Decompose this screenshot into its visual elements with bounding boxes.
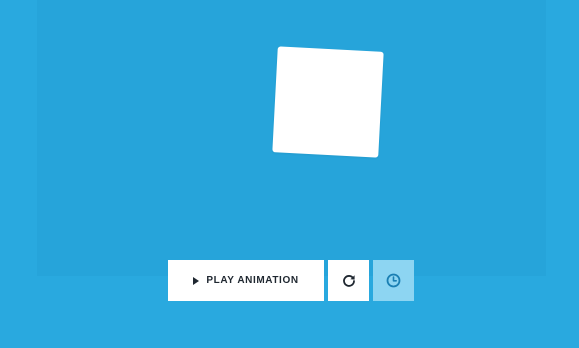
- play-icon: [193, 276, 200, 285]
- play-animation-label: PLAY ANIMATION: [206, 275, 299, 286]
- refresh-icon: [342, 274, 356, 288]
- clock-icon: [386, 273, 401, 288]
- animation-controls: PLAY ANIMATION: [168, 260, 414, 301]
- play-animation-button[interactable]: PLAY ANIMATION: [168, 260, 324, 301]
- restart-button[interactable]: [328, 260, 369, 301]
- animated-square: [272, 46, 384, 158]
- animation-stage: [37, 0, 546, 276]
- timer-button[interactable]: [373, 260, 414, 301]
